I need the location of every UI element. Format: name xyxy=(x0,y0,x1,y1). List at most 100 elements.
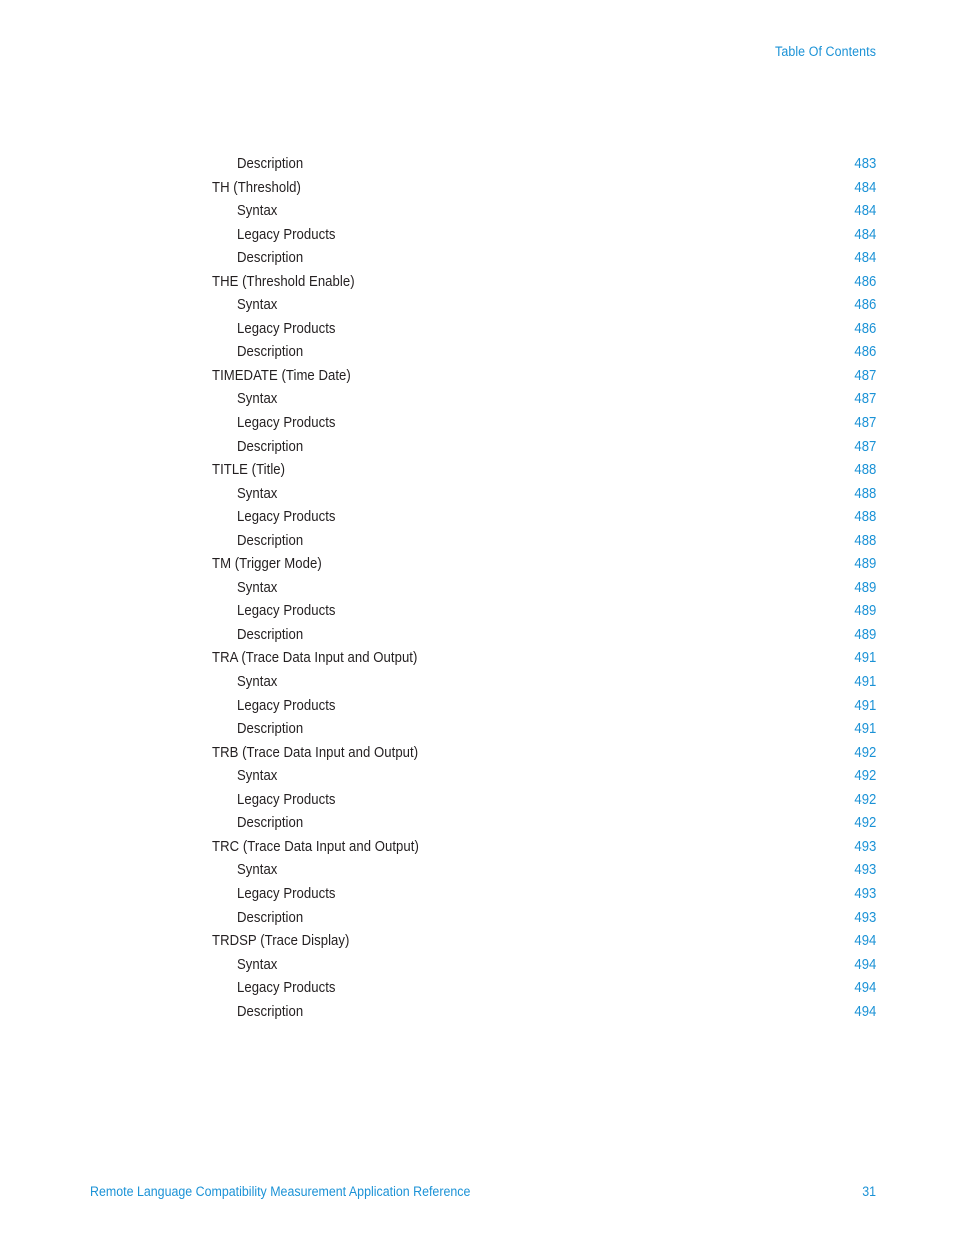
toc-entry[interactable]: Syntax 484 xyxy=(212,200,876,224)
toc-entry-page-number: 491 xyxy=(854,721,876,738)
toc-entry-page-number: 488 xyxy=(854,462,876,479)
toc-entry-page-number: 492 xyxy=(854,791,876,808)
toc-entry[interactable]: Legacy Products 488 xyxy=(212,506,876,530)
toc-entry-page-number: 484 xyxy=(854,250,876,267)
toc-entry[interactable]: Legacy Products 494 xyxy=(212,977,876,1001)
toc-entry-title: Syntax xyxy=(237,485,278,502)
toc-entry-page-number: 493 xyxy=(854,838,876,855)
footer-page-number: 31 xyxy=(862,1184,876,1199)
toc-entry-page-number: 493 xyxy=(854,909,876,926)
toc-entry-page-number: 494 xyxy=(854,1003,876,1020)
toc-entry-title: Description xyxy=(237,721,304,738)
toc-entry-page-number: 486 xyxy=(854,320,876,337)
toc-entry-title: Syntax xyxy=(237,674,278,691)
toc-entry-page-number: 487 xyxy=(854,415,876,432)
toc-entry[interactable]: TH (Threshold) 484 xyxy=(212,177,876,201)
toc-entry[interactable]: Syntax 488 xyxy=(212,483,876,507)
toc-entry-title: Legacy Products xyxy=(237,603,336,620)
toc-entry[interactable]: TITLE (Title) 488 xyxy=(212,459,876,483)
toc-entry[interactable]: TM (Trigger Mode) 489 xyxy=(212,553,876,577)
toc-entry-page-number: 491 xyxy=(854,650,876,667)
toc-entry[interactable]: Description 492 xyxy=(212,812,876,836)
toc-entry-title: THE (Threshold Enable) xyxy=(212,273,355,290)
toc-entry[interactable]: Syntax 489 xyxy=(212,577,876,601)
footer-document-title: Remote Language Compatibility Measuremen… xyxy=(90,1184,471,1199)
toc-entry-page-number: 487 xyxy=(854,438,876,455)
toc-entry[interactable]: Syntax 494 xyxy=(212,954,876,978)
toc-entry[interactable]: THE (Threshold Enable) 486 xyxy=(212,271,876,295)
toc-entry-title: Syntax xyxy=(237,768,278,785)
toc-entry[interactable]: TIMEDATE (Time Date) 487 xyxy=(212,365,876,389)
toc-entry-title: Legacy Products xyxy=(237,320,336,337)
toc-entry[interactable]: Legacy Products 493 xyxy=(212,883,876,907)
toc-entry-page-number: 486 xyxy=(854,344,876,361)
toc-entry[interactable]: Legacy Products 489 xyxy=(212,600,876,624)
table-of-contents-list: Description 483 TH (Threshold) 484 Syntax 484… xyxy=(212,153,876,1024)
toc-entry[interactable]: Description 488 xyxy=(212,530,876,554)
toc-entry-page-number: 494 xyxy=(854,933,876,950)
toc-entry-page-number: 493 xyxy=(854,885,876,902)
toc-entry[interactable]: Syntax 493 xyxy=(212,859,876,883)
toc-entry[interactable]: Legacy Products 487 xyxy=(212,412,876,436)
toc-entry[interactable]: TRDSP (Trace Display) 494 xyxy=(212,930,876,954)
toc-entry-page-number: 484 xyxy=(854,179,876,196)
toc-entry-page-number: 484 xyxy=(854,203,876,220)
toc-entry[interactable]: Description 493 xyxy=(212,907,876,931)
toc-entry-page-number: 487 xyxy=(854,367,876,384)
toc-entry-title: TH (Threshold) xyxy=(212,179,301,196)
toc-entry-title: Description xyxy=(237,909,304,926)
toc-entry[interactable]: TRC (Trace Data Input and Output) 493 xyxy=(212,836,876,860)
toc-entry[interactable]: TRB (Trace Data Input and Output) 492 xyxy=(212,742,876,766)
toc-entry-page-number: 489 xyxy=(854,579,876,596)
toc-entry[interactable]: Legacy Products 484 xyxy=(212,224,876,248)
toc-entry[interactable]: Description 486 xyxy=(212,341,876,365)
toc-entry[interactable]: Description 494 xyxy=(212,1001,876,1025)
toc-entry-title: Legacy Products xyxy=(237,697,336,714)
toc-entry-title: Syntax xyxy=(237,297,278,314)
document-page: Table Of Contents Description 483 TH (Thre… xyxy=(0,0,954,1235)
toc-entry-title: Description xyxy=(237,815,304,832)
toc-entry-title: Legacy Products xyxy=(237,415,336,432)
toc-entry-page-number: 491 xyxy=(854,697,876,714)
toc-entry-title: Description xyxy=(237,438,304,455)
toc-entry-title: TRDSP (Trace Display) xyxy=(212,933,350,950)
toc-entry-title: Syntax xyxy=(237,956,278,973)
toc-entry[interactable]: Syntax 486 xyxy=(212,294,876,318)
toc-entry-title: TM (Trigger Mode) xyxy=(212,556,322,573)
toc-entry[interactable]: Description 487 xyxy=(212,436,876,460)
toc-entry[interactable]: Description 483 xyxy=(212,153,876,177)
toc-entry-page-number: 486 xyxy=(854,273,876,290)
toc-entry-title: Legacy Products xyxy=(237,980,336,997)
toc-entry[interactable]: Syntax 491 xyxy=(212,671,876,695)
toc-entry-title: Description xyxy=(237,532,304,549)
toc-entry-title: Legacy Products xyxy=(237,885,336,902)
toc-entry-page-number: 488 xyxy=(854,485,876,502)
toc-entry-title: TRC (Trace Data Input and Output) xyxy=(212,838,419,855)
page-footer: Remote Language Compatibility Measuremen… xyxy=(90,1183,876,1201)
toc-entry[interactable]: Syntax 492 xyxy=(212,765,876,789)
toc-entry-title: TITLE (Title) xyxy=(212,462,286,479)
toc-entry-title: Description xyxy=(237,1003,304,1020)
toc-entry-title: Legacy Products xyxy=(237,509,336,526)
toc-entry[interactable]: Description 489 xyxy=(212,624,876,648)
toc-entry[interactable]: Description 484 xyxy=(212,247,876,271)
toc-entry-page-number: 483 xyxy=(854,156,876,172)
toc-entry[interactable]: Legacy Products 491 xyxy=(212,695,876,719)
toc-entry-page-number: 492 xyxy=(854,768,876,785)
toc-entry-page-number: 486 xyxy=(854,297,876,314)
toc-entry-page-number: 492 xyxy=(854,744,876,761)
toc-entry-title: Description xyxy=(237,344,304,361)
toc-entry-title: Syntax xyxy=(237,391,278,408)
toc-entry[interactable]: Legacy Products 486 xyxy=(212,318,876,342)
toc-entry-page-number: 488 xyxy=(854,532,876,549)
toc-entry-title: Syntax xyxy=(237,579,278,596)
toc-entry-title: Legacy Products xyxy=(237,791,336,808)
toc-entry-title: TIMEDATE (Time Date) xyxy=(212,367,351,384)
toc-entry-page-number: 489 xyxy=(854,556,876,573)
toc-entry-page-number: 491 xyxy=(854,674,876,691)
toc-entry-page-number: 492 xyxy=(854,815,876,832)
toc-entry[interactable]: TRA (Trace Data Input and Output) 491 xyxy=(212,647,876,671)
toc-entry[interactable]: Legacy Products 492 xyxy=(212,789,876,813)
toc-entry[interactable]: Syntax 487 xyxy=(212,388,876,412)
toc-entry[interactable]: Description 491 xyxy=(212,718,876,742)
